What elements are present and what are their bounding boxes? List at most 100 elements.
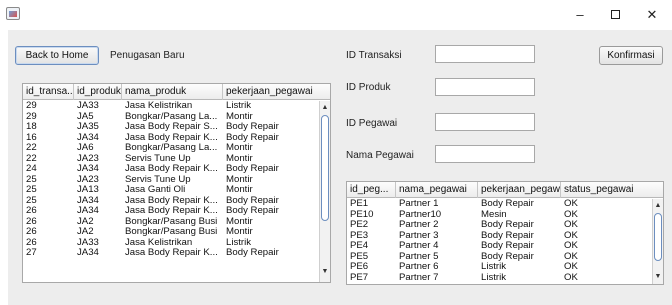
- table-cell: 26: [26, 206, 37, 216]
- konfirmasi-button[interactable]: Konfirmasi: [599, 46, 663, 65]
- table-cell: Partner 7: [399, 272, 439, 283]
- maximize-button[interactable]: [601, 7, 629, 23]
- back-to-home-button[interactable]: Back to Home: [15, 46, 99, 65]
- table-cell: JA34: [77, 248, 99, 258]
- table-cell: JA33: [77, 101, 99, 111]
- table-cell: JA34: [77, 164, 99, 174]
- minimize-button[interactable]: –: [566, 7, 594, 23]
- table-cell: OK: [564, 199, 578, 209]
- table-cell: 29: [26, 111, 37, 122]
- table-cell: Partner 2: [399, 220, 439, 230]
- table-cell: Jasa Kelistrikan: [125, 101, 193, 111]
- main-panel: Back to Home Penugasan Baru id_transa...…: [8, 30, 672, 305]
- table-cell: Jasa Body Repair K...: [125, 206, 218, 216]
- table-cell: Body Repair: [481, 199, 534, 209]
- table-cell: Bongkar/Pasang La...: [125, 111, 218, 122]
- table-cell: 27: [26, 248, 37, 258]
- id-pegawai-label: ID Pegawai: [346, 118, 398, 129]
- table-cell: Partner10: [399, 209, 442, 220]
- table-cell: PE1: [350, 199, 369, 209]
- table-cell: Body Repair: [481, 220, 534, 230]
- col-header-status-pegawai[interactable]: status_pegawai: [561, 182, 663, 198]
- table-cell: JA2: [77, 216, 94, 227]
- table-cell: Montir: [226, 227, 253, 237]
- table-cell: JA23: [77, 174, 99, 185]
- maximize-icon: [610, 10, 620, 20]
- table-cell: PE10: [350, 209, 374, 220]
- table-cell: Body Repair: [481, 230, 534, 241]
- scroll-down-arrow-icon[interactable]: ▼: [653, 272, 663, 282]
- table-cell: OK: [564, 220, 578, 230]
- table-cell: 25: [26, 185, 37, 195]
- table-cell: Body Repair: [226, 206, 279, 216]
- table-cell: Montir: [226, 174, 253, 185]
- table-cell: Body Repair: [226, 164, 279, 174]
- table-cell: OK: [564, 209, 578, 220]
- table-cell: JA34: [77, 132, 99, 143]
- close-button[interactable]: ✕: [638, 7, 666, 23]
- table-cell: OK: [564, 272, 578, 283]
- table-cell: Body Repair: [226, 122, 279, 132]
- table-cell: Body Repair: [226, 248, 279, 258]
- nama-pegawai-field[interactable]: [435, 145, 535, 163]
- table-cell: Jasa Body Repair K...: [125, 164, 218, 174]
- table-cell: 26: [26, 227, 37, 237]
- table-cell: 24: [26, 164, 37, 174]
- id-transaksi-field[interactable]: [435, 45, 535, 63]
- id-pegawai-field[interactable]: [435, 113, 535, 131]
- table-cell: Body Repair: [481, 251, 534, 262]
- col-header-pekerjaan-pegawai[interactable]: pekerjaan_pegawai: [223, 84, 330, 100]
- table-cell: OK: [564, 251, 578, 262]
- penugasan-table-header: id_transa... id_produk nama_produk peker…: [23, 84, 330, 100]
- table-cell: Body Repair: [481, 241, 534, 251]
- table-cell: PE6: [350, 262, 369, 272]
- table-cell: PE3: [350, 230, 369, 241]
- table-cell: Bongkar/Pasang Busi: [125, 216, 218, 227]
- col-header-id-pegawai[interactable]: id_peg...: [347, 182, 396, 198]
- id-transaksi-label: ID Transaksi: [346, 50, 402, 61]
- table-cell: Body Repair: [226, 195, 279, 206]
- col-header-nama-pegawai[interactable]: nama_pegawai: [396, 182, 478, 198]
- col-header-nama-produk[interactable]: nama_produk: [122, 84, 223, 100]
- scroll-thumb[interactable]: [321, 115, 329, 221]
- table-cell: Listrik: [226, 237, 252, 248]
- table-cell: Mesin: [481, 209, 507, 220]
- id-produk-label: ID Produk: [346, 82, 391, 93]
- table-cell: Partner 1: [399, 199, 439, 209]
- col-header-pekerjaan-pegawai[interactable]: pekerjaan_pegaw...: [478, 182, 561, 198]
- table-cell: Jasa Body Repair S...: [125, 122, 218, 132]
- table-cell: Jasa Body Repair K...: [125, 132, 218, 143]
- penugasan-table-scrollbar[interactable]: ▲ ▼: [319, 101, 330, 282]
- table-cell: JA13: [77, 185, 99, 195]
- table-cell: JA5: [77, 111, 94, 122]
- col-header-id-transaksi[interactable]: id_transa...: [23, 84, 74, 100]
- nama-pegawai-label: Nama Pegawai: [346, 150, 414, 161]
- table-cell: JA33: [77, 237, 99, 248]
- penugasan-table[interactable]: id_transa... id_produk nama_produk peker…: [22, 83, 331, 283]
- scroll-down-arrow-icon[interactable]: ▼: [320, 267, 330, 277]
- scroll-thumb[interactable]: [654, 213, 662, 261]
- table-cell: Partner 5: [399, 251, 439, 262]
- table-cell: Body Repair: [226, 132, 279, 143]
- pegawai-table[interactable]: id_peg... nama_pegawai pekerjaan_pegaw..…: [346, 181, 664, 285]
- table-cell: PE7: [350, 272, 369, 283]
- table-cell: 22: [26, 153, 37, 164]
- table-cell: Servis Tune Up: [125, 153, 191, 164]
- table-cell: 26: [26, 237, 37, 248]
- table-cell: Bongkar/Pasang Busi: [125, 227, 218, 237]
- id-produk-field[interactable]: [435, 78, 535, 96]
- table-cell: 29: [26, 101, 37, 111]
- scroll-up-arrow-icon[interactable]: ▲: [320, 103, 330, 113]
- page-title: Penugasan Baru: [110, 50, 185, 61]
- table-cell: Jasa Kelistrikan: [125, 237, 193, 248]
- table-cell: JA6: [77, 143, 94, 153]
- scroll-up-arrow-icon[interactable]: ▲: [653, 201, 663, 211]
- table-cell: Listrik: [481, 262, 507, 272]
- col-header-id-produk[interactable]: id_produk: [74, 84, 122, 100]
- table-cell: 25: [26, 174, 37, 185]
- pegawai-table-header: id_peg... nama_pegawai pekerjaan_pegaw..…: [347, 182, 663, 198]
- table-cell: Partner 4: [399, 241, 439, 251]
- table-cell: Partner 3: [399, 230, 439, 241]
- table-cell: Montir: [226, 143, 253, 153]
- pegawai-table-scrollbar[interactable]: ▲ ▼: [652, 199, 663, 284]
